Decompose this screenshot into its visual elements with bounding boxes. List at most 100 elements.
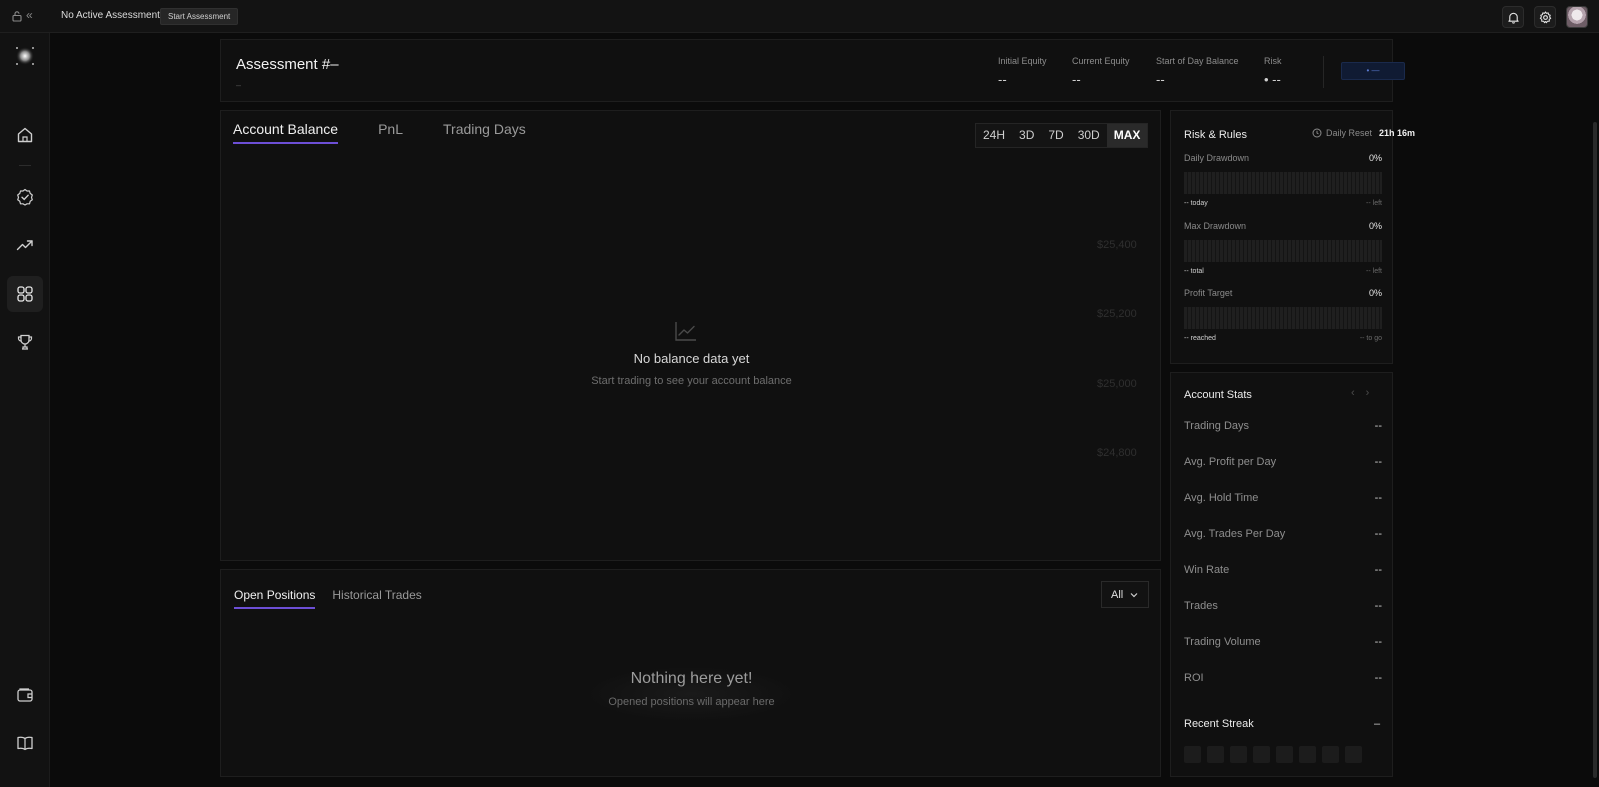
range-max[interactable]: MAX	[1106, 124, 1148, 147]
recent-streak-title: Recent Streak	[1184, 718, 1254, 730]
streak-box	[1276, 746, 1293, 763]
nav-dashboard[interactable]	[7, 276, 43, 312]
stat-label: Avg. Trades Per Day	[1184, 528, 1286, 540]
assessment-status: No Active Assessment	[61, 10, 160, 21]
rule-percent: 0%	[1368, 153, 1382, 163]
nav-assessments[interactable]	[7, 179, 43, 215]
positions-tabs: Open Positions Historical Trades	[234, 588, 422, 609]
chevron-left-icon[interactable]: ‹	[1351, 387, 1355, 399]
tab-trading-days[interactable]: Trading Days	[443, 121, 526, 144]
empty-state-subtitle: Start trading to see your account balanc…	[591, 375, 792, 387]
stat-value: --	[1374, 456, 1382, 468]
nav-home[interactable]	[7, 117, 43, 153]
stat-value: --	[1374, 528, 1382, 540]
recent-streak-value: –	[1374, 718, 1381, 730]
stat-trades: Trades --	[1184, 600, 1382, 612]
bell-icon	[1507, 12, 1519, 24]
stat-value: --	[1374, 420, 1382, 432]
notifications-button[interactable]	[1502, 6, 1524, 28]
stat-label: Trades	[1184, 600, 1218, 612]
empty-state-title: No balance data yet	[633, 351, 750, 366]
risk-rules-title: Risk & Rules	[1184, 129, 1247, 141]
daily-reset-value: 21h 16m	[1379, 128, 1416, 138]
streak-box	[1345, 746, 1362, 763]
y-tick-label: $25,400	[1097, 239, 1137, 251]
collapse-sidebar-icon[interactable]: «	[26, 8, 33, 22]
user-avatar[interactable]	[1566, 6, 1588, 28]
rule-used: -- today	[1184, 200, 1208, 207]
range-24h[interactable]: 24H	[976, 124, 1012, 147]
home-icon	[17, 127, 33, 143]
range-7d[interactable]: 7D	[1041, 124, 1070, 147]
nav-leaderboard[interactable]	[7, 324, 43, 360]
rule-label: Daily Drawdown	[1184, 153, 1250, 163]
tab-pnl[interactable]: PnL	[378, 121, 403, 144]
book-icon	[17, 736, 33, 751]
stat-label: Win Rate	[1184, 564, 1230, 576]
time-range-selector: 24H 3D 7D 30D MAX	[975, 123, 1149, 148]
settings-button[interactable]	[1534, 6, 1556, 28]
y-tick-label: $25,200	[1097, 308, 1137, 320]
brand-logo[interactable]	[14, 45, 36, 67]
risk-rules-card: Risk & Rules Daily Reset 21h 16m Daily D…	[1170, 110, 1415, 364]
nav-wallet[interactable]	[7, 677, 43, 713]
scrollbar-thumb[interactable]	[1593, 122, 1597, 778]
start-assessment-button[interactable]: Start Assessment	[160, 8, 239, 25]
stat-avg-trades-per-day: Avg. Trades Per Day --	[1184, 528, 1382, 540]
tab-open-positions[interactable]: Open Positions	[234, 588, 316, 609]
metric-value: --	[1072, 72, 1081, 87]
daily-reset: Daily Reset 21h 16m	[1312, 128, 1415, 138]
assessment-title: Assessment #–	[236, 56, 339, 73]
chevron-right-icon[interactable]: ›	[1366, 387, 1370, 399]
recent-streak-boxes	[1184, 746, 1362, 763]
positions-filter-select[interactable]: All	[1101, 581, 1149, 608]
metric-label: Start of Day Balance	[1156, 56, 1239, 66]
header-divider	[1323, 56, 1324, 88]
range-30d[interactable]: 30D	[1071, 124, 1107, 147]
filter-value: All	[1111, 588, 1124, 601]
wallet-icon	[17, 688, 33, 702]
metric-label: Initial Equity	[998, 56, 1047, 66]
stat-label: Avg. Profit per Day	[1184, 456, 1277, 468]
stat-roi: ROI --	[1184, 672, 1382, 684]
stat-value: --	[1374, 672, 1382, 684]
nav-trading[interactable]	[7, 227, 43, 263]
metric-initial-equity: Initial Equity --	[998, 56, 1047, 87]
nav-docs[interactable]	[7, 725, 43, 761]
check-badge-icon	[17, 188, 33, 206]
rule-profit-target: Profit Target 0% -- reached -- to go	[1184, 288, 1382, 342]
tab-historical-trades[interactable]: Historical Trades	[332, 588, 421, 609]
lock-icon[interactable]	[11, 10, 23, 22]
range-3d[interactable]: 3D	[1012, 124, 1041, 147]
tab-account-balance[interactable]: Account Balance	[233, 121, 339, 144]
positions-card: Open Positions Historical Trades All Not…	[220, 569, 1161, 777]
positions-empty-subtitle: Opened positions will appear here	[608, 696, 775, 708]
sidebar	[0, 33, 50, 787]
stat-value: --	[1374, 636, 1382, 648]
rule-remaining: -- left	[1366, 268, 1382, 275]
trend-up-icon	[16, 240, 33, 251]
metric-value: • --	[1264, 72, 1281, 87]
status-pill[interactable]: • —	[1341, 62, 1405, 80]
metric-label: Current Equity	[1072, 56, 1130, 66]
gear-icon	[1539, 10, 1551, 23]
chart-line-icon	[675, 322, 696, 341]
rule-remaining: -- left	[1366, 200, 1382, 207]
rule-percent: 0%	[1368, 221, 1382, 231]
rule-max-drawdown: Max Drawdown 0% -- total -- left	[1184, 221, 1382, 275]
stat-value: --	[1374, 492, 1382, 504]
chevron-down-icon	[1130, 592, 1138, 597]
streak-box	[1230, 746, 1247, 763]
rule-label: Profit Target	[1184, 288, 1233, 298]
rule-progress-bar	[1184, 240, 1382, 262]
rule-used: -- total	[1184, 268, 1204, 275]
top-bar: « No Active Assessment Start Assessment	[0, 0, 1599, 33]
stat-label: Trading Days	[1184, 420, 1250, 432]
metric-value: --	[998, 72, 1007, 87]
rule-progress-bar	[1184, 172, 1382, 194]
rule-percent: 0%	[1368, 288, 1382, 298]
stat-label: Avg. Hold Time	[1184, 492, 1259, 504]
page-scrollbar[interactable]	[1591, 40, 1599, 787]
assessment-subtitle: –	[236, 80, 242, 90]
metric-current-equity: Current Equity --	[1072, 56, 1130, 87]
